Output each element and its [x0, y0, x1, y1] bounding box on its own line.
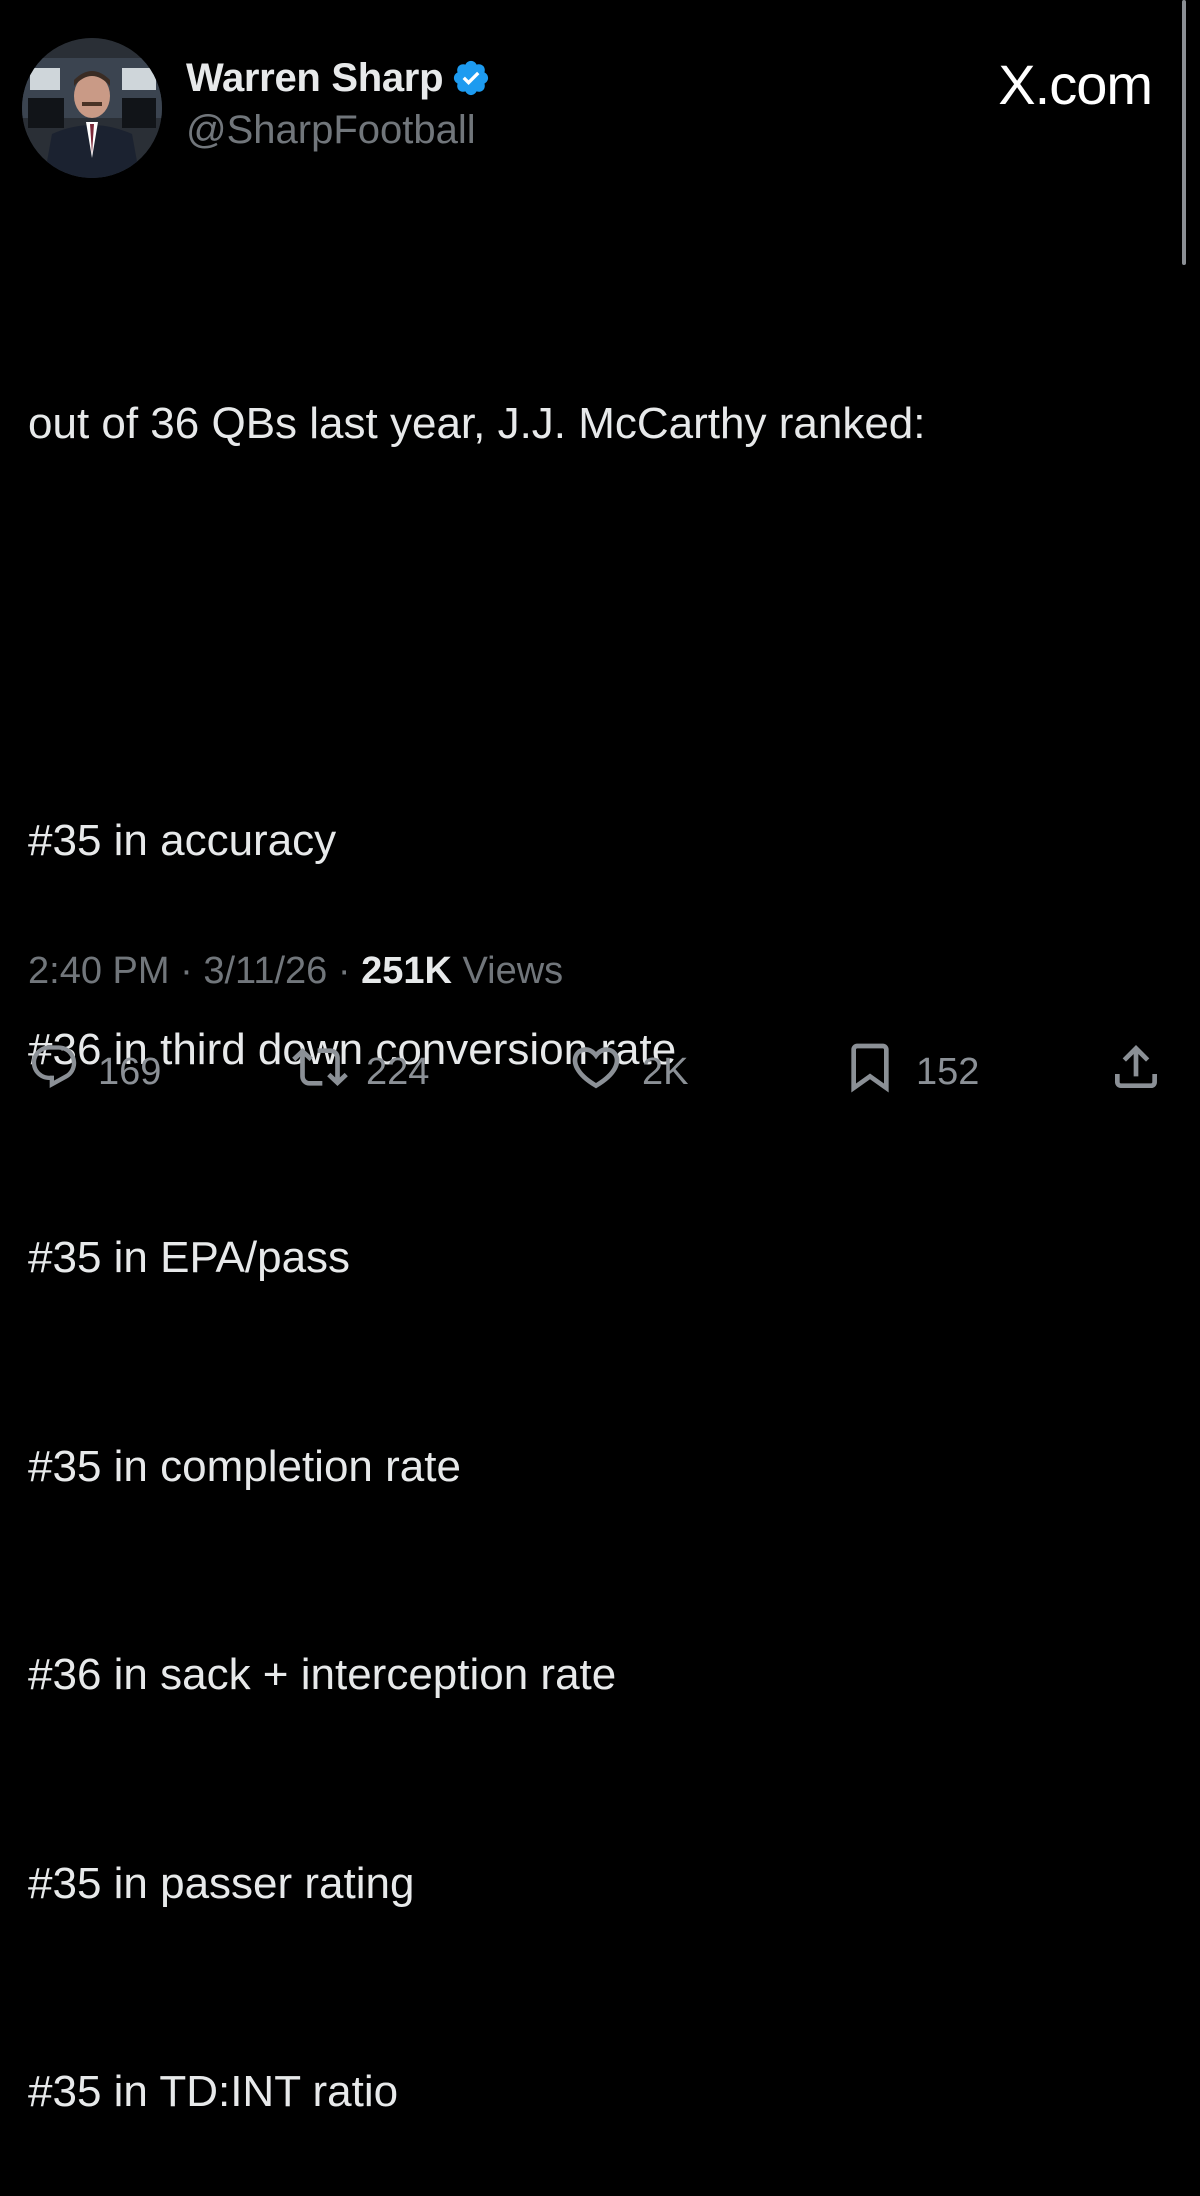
profile-photo	[22, 38, 162, 178]
tweet-intro: out of 36 QBs last year, J.J. McCarthy r…	[28, 399, 926, 448]
scrollbar[interactable]	[1182, 0, 1186, 265]
tweet-spacer	[28, 598, 1168, 668]
heart-icon	[568, 1039, 624, 1105]
author-display-name[interactable]: Warren Sharp	[186, 56, 444, 101]
ranking-line: #35 in EPA/pass	[28, 1233, 351, 1282]
action-bar: 169 224 2K 152	[0, 1040, 1200, 1110]
reply-count: 169	[98, 1050, 162, 1093]
share-button[interactable]	[1108, 1040, 1164, 1104]
author-handle[interactable]: @SharpFootball	[186, 108, 476, 153]
avatar[interactable]	[22, 38, 162, 178]
bookmark-count: 152	[916, 1050, 980, 1093]
ranking-line: #35 in TD:INT ratio	[28, 2067, 399, 2116]
repost-icon	[292, 1039, 348, 1105]
views-label: Views	[451, 950, 564, 992]
repost-button[interactable]: 224	[292, 1040, 429, 1104]
source-label: X.com	[998, 53, 1153, 116]
tweet-date[interactable]: 3/11/26	[203, 950, 327, 992]
reply-button[interactable]: 169	[28, 1040, 161, 1104]
ranking-line: #35 in accuracy	[28, 816, 337, 865]
meta-separator: ·	[327, 950, 362, 992]
meta-separator: ·	[169, 950, 204, 992]
share-icon	[1108, 1039, 1164, 1105]
views-count[interactable]: 251K	[361, 950, 452, 992]
verified-badge-icon	[451, 58, 491, 98]
tweet-time[interactable]: 2:40 PM	[28, 950, 170, 992]
tweet-meta: 2:40 PM · 3/11/26 · 251K Views	[28, 950, 563, 993]
repost-count: 224	[366, 1050, 430, 1093]
author-name-row[interactable]: Warren Sharp	[186, 50, 491, 106]
ranking-line: #35 in passer rating	[28, 1858, 415, 1908]
reply-icon	[28, 1041, 80, 1103]
bookmark-button[interactable]: 152	[842, 1040, 979, 1104]
ranking-line: #35 in completion rate	[28, 1441, 461, 1491]
tweet-body: out of 36 QBs last year, J.J. McCarthy r…	[28, 250, 1168, 2196]
bookmark-icon	[842, 1039, 898, 1105]
ranking-line: #36 in sack + interception rate	[28, 1650, 617, 1699]
like-count: 2K	[642, 1050, 689, 1093]
like-button[interactable]: 2K	[568, 1040, 688, 1104]
